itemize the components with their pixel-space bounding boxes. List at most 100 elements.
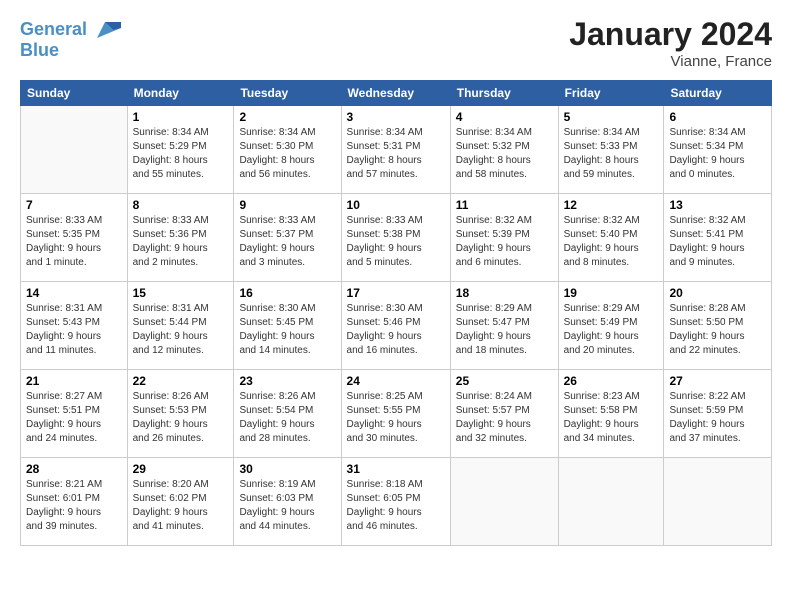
day-detail: Sunrise: 8:29 AM Sunset: 5:47 PM Dayligh… xyxy=(456,302,553,358)
title-block: January 2024 Vianne, France xyxy=(569,16,772,70)
logo-text: General xyxy=(20,20,87,40)
location: Vianne, France xyxy=(569,53,772,70)
day-detail: Sunrise: 8:30 AM Sunset: 5:46 PM Dayligh… xyxy=(347,302,445,358)
day-number: 1 xyxy=(133,110,229,124)
day-detail: Sunrise: 8:32 AM Sunset: 5:40 PM Dayligh… xyxy=(564,214,659,270)
calendar-week-row: 21 Sunrise: 8:27 AM Sunset: 5:51 PM Dayli… xyxy=(21,370,772,458)
calendar-cell: 1 Sunrise: 8:34 AM Sunset: 5:29 PM Daylig… xyxy=(127,106,234,194)
day-detail: Sunrise: 8:28 AM Sunset: 5:50 PM Dayligh… xyxy=(669,302,766,358)
day-number: 21 xyxy=(26,374,122,388)
logo-icon xyxy=(89,16,121,44)
calendar-cell: 29 Sunrise: 8:20 AM Sunset: 6:02 PM Dayli… xyxy=(127,458,234,546)
day-number: 28 xyxy=(26,462,122,476)
calendar-cell: 26 Sunrise: 8:23 AM Sunset: 5:58 PM Dayli… xyxy=(558,370,664,458)
calendar-cell: 13Sunrise: 8:32 AM Sunset: 5:41 PM Dayli… xyxy=(664,194,772,282)
day-detail: Sunrise: 8:27 AM Sunset: 5:51 PM Dayligh… xyxy=(26,390,122,446)
calendar-cell: 16 Sunrise: 8:30 AM Sunset: 5:45 PM Dayli… xyxy=(234,282,341,370)
day-detail: Sunrise: 8:34 AM Sunset: 5:33 PM Dayligh… xyxy=(564,126,659,182)
calendar-cell: 11 Sunrise: 8:32 AM Sunset: 5:39 PM Dayli… xyxy=(450,194,558,282)
day-number: 17 xyxy=(347,286,445,300)
calendar-week-row: 28 Sunrise: 8:21 AM Sunset: 6:01 PM Dayli… xyxy=(21,458,772,546)
day-number: 23 xyxy=(239,374,335,388)
calendar-cell: 2Sunrise: 8:34 AM Sunset: 5:30 PM Daylig… xyxy=(234,106,341,194)
calendar-cell: 18Sunrise: 8:29 AM Sunset: 5:47 PM Dayli… xyxy=(450,282,558,370)
calendar-day-header: Friday xyxy=(558,81,664,106)
calendar-week-row: 14 Sunrise: 8:31 AM Sunset: 5:43 PM Dayli… xyxy=(21,282,772,370)
calendar-week-row: 7Sunrise: 8:33 AM Sunset: 5:35 PM Daylig… xyxy=(21,194,772,282)
calendar-day-header: Tuesday xyxy=(234,81,341,106)
calendar-cell: 30Sunrise: 8:19 AM Sunset: 6:03 PM Dayli… xyxy=(234,458,341,546)
day-detail: Sunrise: 8:34 AM Sunset: 5:31 PM Dayligh… xyxy=(347,126,445,182)
calendar-cell: 12 Sunrise: 8:32 AM Sunset: 5:40 PM Dayli… xyxy=(558,194,664,282)
day-detail: Sunrise: 8:31 AM Sunset: 5:44 PM Dayligh… xyxy=(133,302,229,358)
calendar-cell: 31 Sunrise: 8:18 AM Sunset: 6:05 PM Dayli… xyxy=(341,458,450,546)
calendar-cell xyxy=(558,458,664,546)
calendar-cell xyxy=(664,458,772,546)
day-number: 9 xyxy=(239,198,335,212)
calendar-cell: 23 Sunrise: 8:26 AM Sunset: 5:54 PM Dayli… xyxy=(234,370,341,458)
day-detail: Sunrise: 8:18 AM Sunset: 6:05 PM Dayligh… xyxy=(347,478,445,534)
day-number: 15 xyxy=(133,286,229,300)
day-detail: Sunrise: 8:32 AM Sunset: 5:39 PM Dayligh… xyxy=(456,214,553,270)
calendar-cell: 3Sunrise: 8:34 AM Sunset: 5:31 PM Daylig… xyxy=(341,106,450,194)
calendar-cell: 14 Sunrise: 8:31 AM Sunset: 5:43 PM Dayli… xyxy=(21,282,128,370)
day-number: 12 xyxy=(564,198,659,212)
calendar-cell: 15 Sunrise: 8:31 AM Sunset: 5:44 PM Dayli… xyxy=(127,282,234,370)
day-number: 8 xyxy=(133,198,229,212)
calendar-day-header: Sunday xyxy=(21,81,128,106)
calendar-cell: 5 Sunrise: 8:34 AM Sunset: 5:33 PM Daylig… xyxy=(558,106,664,194)
day-detail: Sunrise: 8:34 AM Sunset: 5:34 PM Dayligh… xyxy=(669,126,766,182)
day-number: 19 xyxy=(564,286,659,300)
calendar-cell: 27Sunrise: 8:22 AM Sunset: 5:59 PM Dayli… xyxy=(664,370,772,458)
calendar-cell: 21 Sunrise: 8:27 AM Sunset: 5:51 PM Dayli… xyxy=(21,370,128,458)
day-detail: Sunrise: 8:33 AM Sunset: 5:37 PM Dayligh… xyxy=(239,214,335,270)
calendar-day-header: Saturday xyxy=(664,81,772,106)
day-number: 2 xyxy=(239,110,335,124)
day-number: 7 xyxy=(26,198,122,212)
day-number: 26 xyxy=(564,374,659,388)
calendar-table: SundayMondayTuesdayWednesdayThursdayFrid… xyxy=(20,80,772,546)
calendar-day-header: Wednesday xyxy=(341,81,450,106)
page: General Blue January 2024 Vianne, France… xyxy=(0,0,792,556)
calendar-cell: 24Sunrise: 8:25 AM Sunset: 5:55 PM Dayli… xyxy=(341,370,450,458)
calendar-cell: 22Sunrise: 8:26 AM Sunset: 5:53 PM Dayli… xyxy=(127,370,234,458)
day-number: 25 xyxy=(456,374,553,388)
day-detail: Sunrise: 8:31 AM Sunset: 5:43 PM Dayligh… xyxy=(26,302,122,358)
day-detail: Sunrise: 8:33 AM Sunset: 5:38 PM Dayligh… xyxy=(347,214,445,270)
day-number: 6 xyxy=(669,110,766,124)
day-number: 16 xyxy=(239,286,335,300)
calendar-cell: 25 Sunrise: 8:24 AM Sunset: 5:57 PM Dayli… xyxy=(450,370,558,458)
calendar-cell xyxy=(450,458,558,546)
day-number: 29 xyxy=(133,462,229,476)
day-detail: Sunrise: 8:30 AM Sunset: 5:45 PM Dayligh… xyxy=(239,302,335,358)
logo: General Blue xyxy=(20,16,121,61)
day-number: 20 xyxy=(669,286,766,300)
calendar-cell xyxy=(21,106,128,194)
calendar-cell: 17 Sunrise: 8:30 AM Sunset: 5:46 PM Dayli… xyxy=(341,282,450,370)
day-number: 4 xyxy=(456,110,553,124)
day-detail: Sunrise: 8:21 AM Sunset: 6:01 PM Dayligh… xyxy=(26,478,122,534)
day-number: 11 xyxy=(456,198,553,212)
calendar-cell: 4 Sunrise: 8:34 AM Sunset: 5:32 PM Daylig… xyxy=(450,106,558,194)
calendar-cell: 8 Sunrise: 8:33 AM Sunset: 5:36 PM Daylig… xyxy=(127,194,234,282)
month-title: January 2024 xyxy=(569,16,772,53)
logo-general: General xyxy=(20,19,87,39)
calendar-cell: 9 Sunrise: 8:33 AM Sunset: 5:37 PM Daylig… xyxy=(234,194,341,282)
day-detail: Sunrise: 8:34 AM Sunset: 5:29 PM Dayligh… xyxy=(133,126,229,182)
day-detail: Sunrise: 8:24 AM Sunset: 5:57 PM Dayligh… xyxy=(456,390,553,446)
calendar-cell: 7Sunrise: 8:33 AM Sunset: 5:35 PM Daylig… xyxy=(21,194,128,282)
day-detail: Sunrise: 8:32 AM Sunset: 5:41 PM Dayligh… xyxy=(669,214,766,270)
calendar-day-header: Monday xyxy=(127,81,234,106)
day-number: 31 xyxy=(347,462,445,476)
day-detail: Sunrise: 8:26 AM Sunset: 5:54 PM Dayligh… xyxy=(239,390,335,446)
day-detail: Sunrise: 8:34 AM Sunset: 5:32 PM Dayligh… xyxy=(456,126,553,182)
day-detail: Sunrise: 8:33 AM Sunset: 5:36 PM Dayligh… xyxy=(133,214,229,270)
day-detail: Sunrise: 8:23 AM Sunset: 5:58 PM Dayligh… xyxy=(564,390,659,446)
day-number: 24 xyxy=(347,374,445,388)
calendar-cell: 10Sunrise: 8:33 AM Sunset: 5:38 PM Dayli… xyxy=(341,194,450,282)
calendar-cell: 6 Sunrise: 8:34 AM Sunset: 5:34 PM Daylig… xyxy=(664,106,772,194)
day-number: 14 xyxy=(26,286,122,300)
day-number: 5 xyxy=(564,110,659,124)
day-detail: Sunrise: 8:20 AM Sunset: 6:02 PM Dayligh… xyxy=(133,478,229,534)
day-number: 27 xyxy=(669,374,766,388)
